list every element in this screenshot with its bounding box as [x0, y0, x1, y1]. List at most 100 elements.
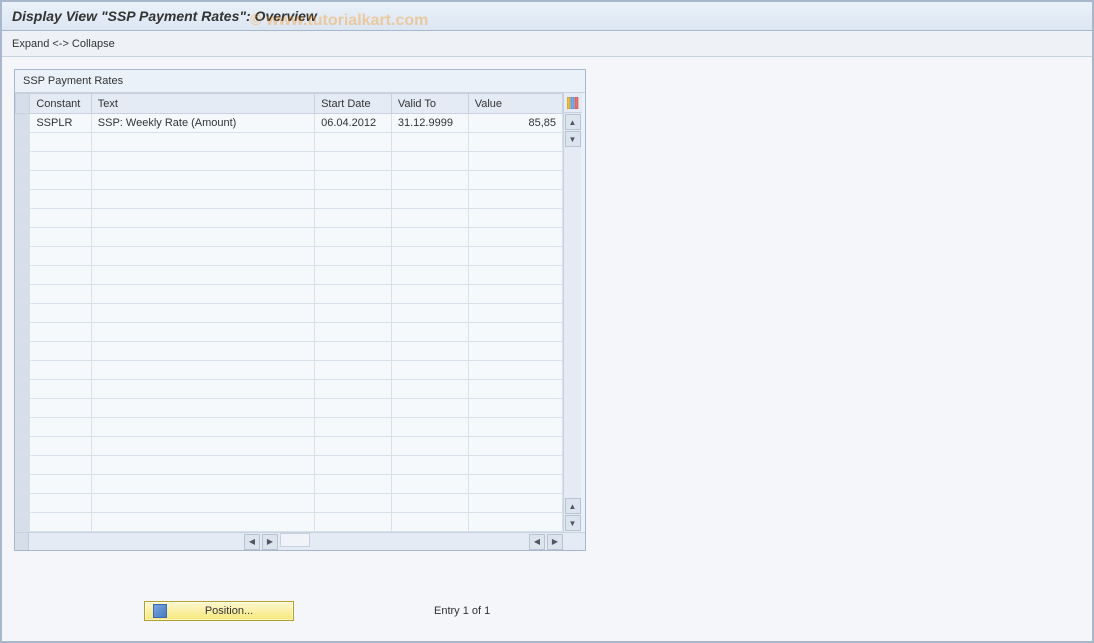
- table-row[interactable]: [16, 494, 563, 513]
- scroll-up-icon[interactable]: ▲: [565, 114, 581, 130]
- cell-text: [91, 266, 314, 285]
- table-row[interactable]: [16, 437, 563, 456]
- cell-constant: [30, 171, 91, 190]
- table-row[interactable]: [16, 133, 563, 152]
- table-row[interactable]: [16, 399, 563, 418]
- cell-text: [91, 399, 314, 418]
- cell-valid-to: [391, 209, 468, 228]
- row-selector[interactable]: [16, 399, 30, 418]
- cell-constant: [30, 209, 91, 228]
- table-row[interactable]: [16, 323, 563, 342]
- cell-start-date: [315, 190, 392, 209]
- table-row[interactable]: [16, 380, 563, 399]
- cell-text: [91, 342, 314, 361]
- cell-text: [91, 285, 314, 304]
- table-row[interactable]: [16, 361, 563, 380]
- cell-text: [91, 190, 314, 209]
- table-row[interactable]: [16, 418, 563, 437]
- entry-count-text: Entry 1 of 1: [434, 605, 490, 617]
- row-selector[interactable]: [16, 304, 30, 323]
- row-selector[interactable]: [16, 418, 30, 437]
- cell-constant: SSPLR: [30, 114, 91, 133]
- cell-text: [91, 380, 314, 399]
- row-selector[interactable]: [16, 494, 30, 513]
- cell-text: [91, 323, 314, 342]
- table-row[interactable]: [16, 171, 563, 190]
- row-selector[interactable]: [16, 475, 30, 494]
- scroll-down-bottom-icon[interactable]: ▼: [565, 515, 581, 531]
- scroll-right-icon-2[interactable]: ▶: [547, 534, 563, 550]
- row-selector[interactable]: [16, 114, 30, 133]
- scroll-right-icon[interactable]: ▶: [262, 534, 278, 550]
- col-header-start-date[interactable]: Start Date: [315, 94, 392, 114]
- configure-columns-icon[interactable]: [564, 93, 582, 113]
- expand-collapse-button[interactable]: Expand <-> Collapse: [12, 38, 115, 50]
- cell-valid-to: [391, 304, 468, 323]
- table-row[interactable]: SSPLRSSP: Weekly Rate (Amount)06.04.2012…: [16, 114, 563, 133]
- row-selector[interactable]: [16, 133, 30, 152]
- scroll-left-icon-2[interactable]: ◀: [529, 534, 545, 550]
- vertical-scrollbar[interactable]: ▲ ▼ ▲ ▼: [563, 93, 581, 532]
- col-header-value[interactable]: Value: [468, 94, 562, 114]
- cell-start-date: [315, 228, 392, 247]
- row-selector[interactable]: [16, 285, 30, 304]
- cell-constant: [30, 361, 91, 380]
- table-row[interactable]: [16, 152, 563, 171]
- row-selector[interactable]: [16, 380, 30, 399]
- row-selector[interactable]: [16, 247, 30, 266]
- scroll-up-bottom-icon[interactable]: ▲: [565, 498, 581, 514]
- table-row[interactable]: [16, 304, 563, 323]
- scroll-left-icon[interactable]: ◀: [244, 534, 260, 550]
- row-selector[interactable]: [16, 190, 30, 209]
- row-selector[interactable]: [16, 456, 30, 475]
- toolbar: Expand <-> Collapse: [2, 31, 1092, 57]
- position-button[interactable]: Position...: [144, 601, 294, 621]
- col-header-text[interactable]: Text: [91, 94, 314, 114]
- table-panel: SSP Payment Rates Constant Text Start Da…: [14, 69, 586, 551]
- cell-value: [468, 323, 562, 342]
- cell-start-date: [315, 171, 392, 190]
- table-row[interactable]: [16, 513, 563, 532]
- cell-value: [468, 513, 562, 532]
- col-header-valid-to[interactable]: Valid To: [391, 94, 468, 114]
- cell-start-date: [315, 418, 392, 437]
- row-selector[interactable]: [16, 513, 30, 532]
- table-row[interactable]: [16, 285, 563, 304]
- cell-constant: [30, 475, 91, 494]
- panel-title: SSP Payment Rates: [15, 70, 585, 93]
- table-row[interactable]: [16, 209, 563, 228]
- table-row[interactable]: [16, 228, 563, 247]
- cell-text: [91, 228, 314, 247]
- row-selector[interactable]: [16, 152, 30, 171]
- row-selector[interactable]: [16, 361, 30, 380]
- cell-valid-to: [391, 513, 468, 532]
- cell-valid-to: [391, 380, 468, 399]
- table-row[interactable]: [16, 475, 563, 494]
- col-header-constant[interactable]: Constant: [30, 94, 91, 114]
- table-row[interactable]: [16, 456, 563, 475]
- cell-start-date: [315, 380, 392, 399]
- table-row[interactable]: [16, 247, 563, 266]
- row-selector[interactable]: [16, 171, 30, 190]
- cell-constant: [30, 285, 91, 304]
- row-selector[interactable]: [16, 437, 30, 456]
- row-selector[interactable]: [16, 266, 30, 285]
- row-selector[interactable]: [16, 323, 30, 342]
- cell-text: [91, 133, 314, 152]
- table-row[interactable]: [16, 190, 563, 209]
- scroll-down-icon[interactable]: ▼: [565, 131, 581, 147]
- cell-constant: [30, 266, 91, 285]
- cell-value: [468, 133, 562, 152]
- table-row[interactable]: [16, 342, 563, 361]
- cell-start-date: [315, 513, 392, 532]
- horizontal-scrollbar[interactable]: ◀ ▶ ◀ ▶: [15, 532, 585, 550]
- row-selector[interactable]: [16, 209, 30, 228]
- hscroll-track[interactable]: [280, 533, 310, 547]
- row-selector-header: [16, 94, 30, 114]
- page-title: Display View "SSP Payment Rates": Overvi…: [2, 2, 1092, 31]
- row-selector[interactable]: [16, 228, 30, 247]
- table-row[interactable]: [16, 266, 563, 285]
- row-selector[interactable]: [16, 342, 30, 361]
- cell-start-date: [315, 323, 392, 342]
- cell-text: [91, 437, 314, 456]
